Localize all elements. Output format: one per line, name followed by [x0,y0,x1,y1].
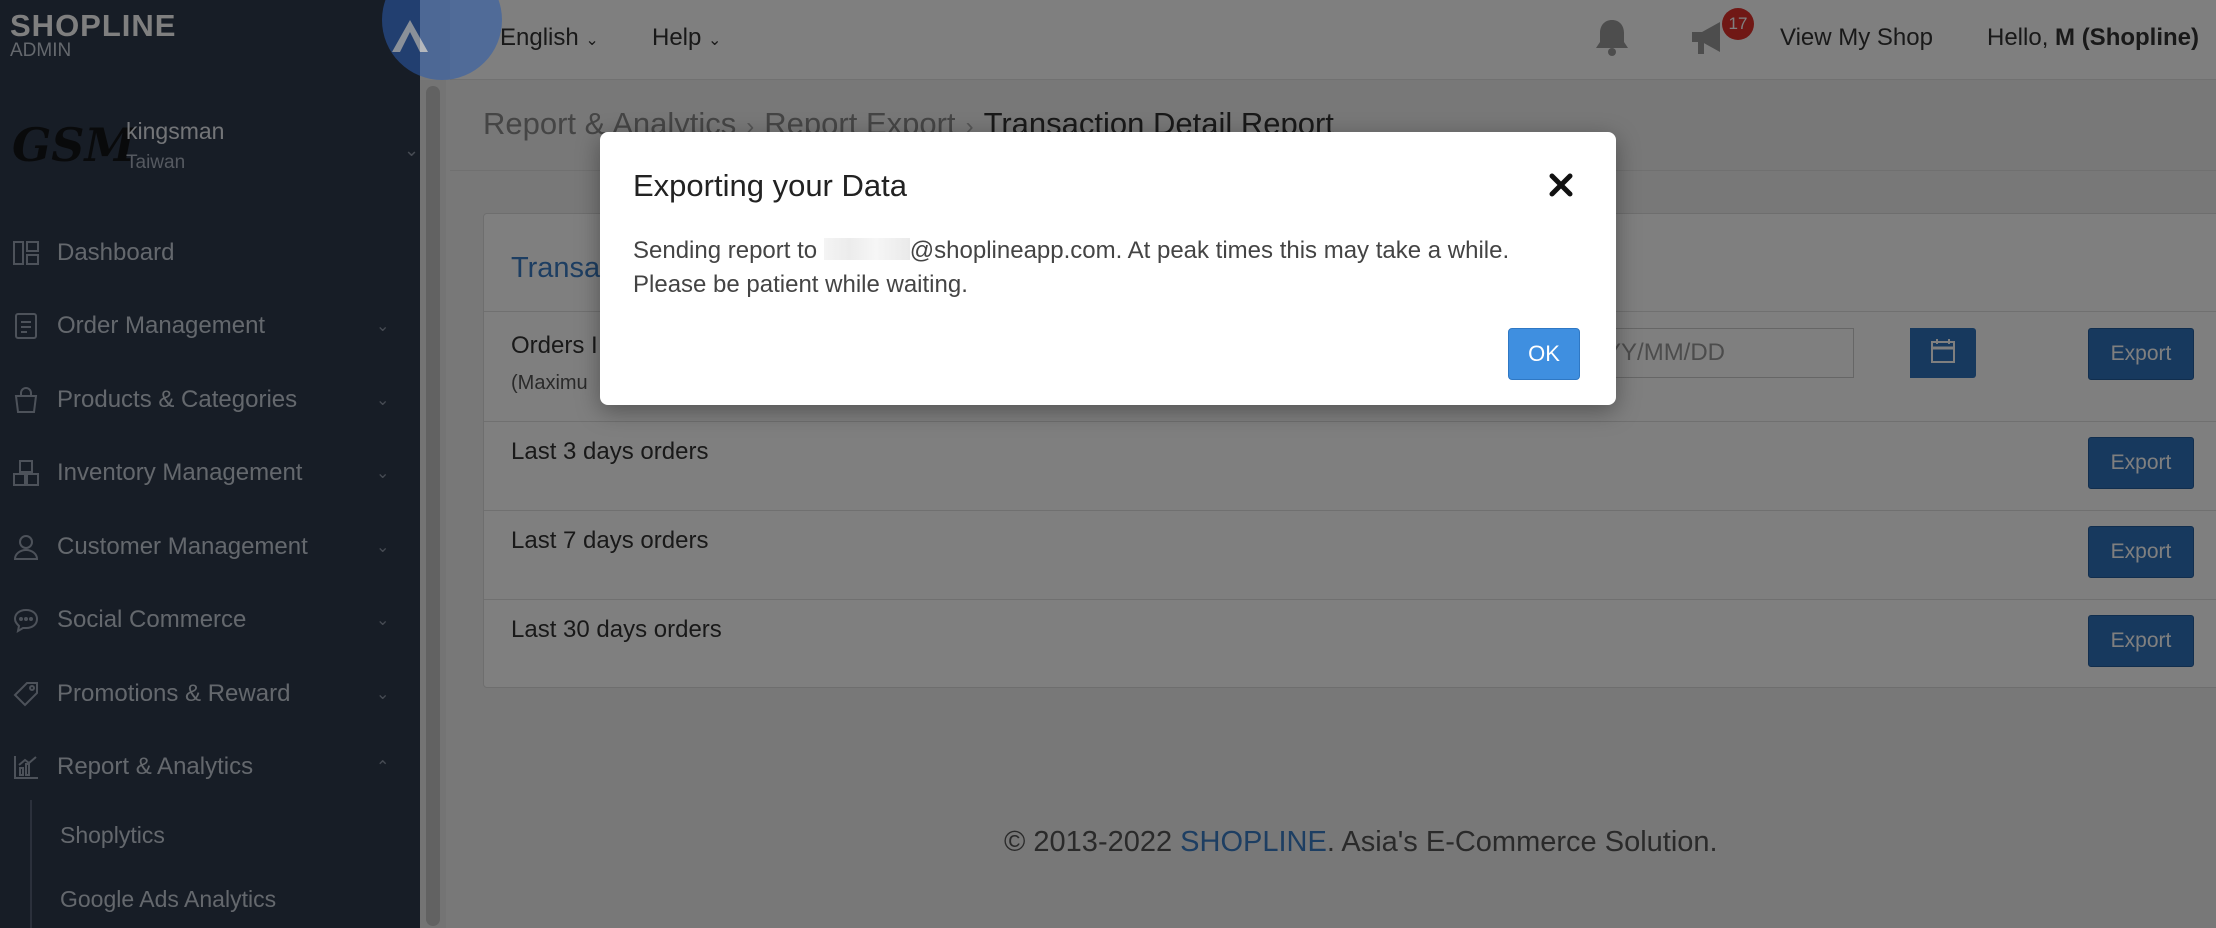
ok-button[interactable]: OK [1508,328,1580,380]
close-icon[interactable] [1546,170,1576,200]
modal-title: Exporting your Data [633,168,907,203]
message-prefix: Sending report to [633,237,824,264]
message-line2: Please be patient while waiting. [633,271,968,298]
modal-message: Sending report to @shoplineapp.com. At p… [633,234,1593,302]
message-email-domain: @shoplineapp.com. At peak times this may… [909,237,1510,264]
export-modal: Exporting your Data Sending report to @s… [600,132,1616,405]
mountain-icon [392,20,428,52]
masked-email [823,238,910,260]
